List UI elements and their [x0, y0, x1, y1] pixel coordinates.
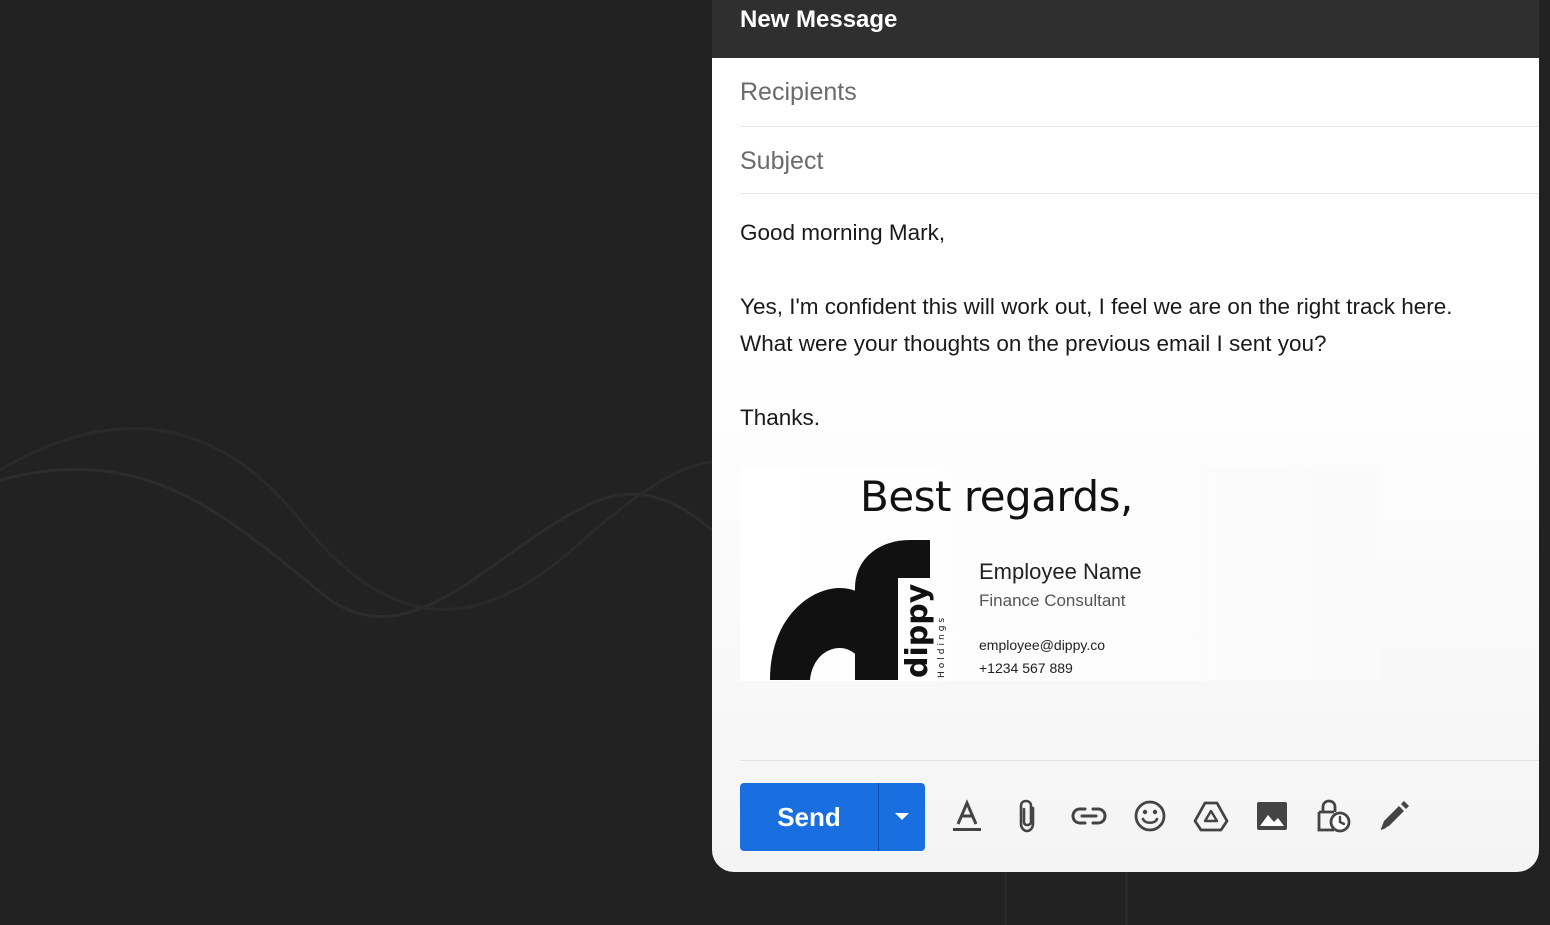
confidential-mode-icon[interactable]	[1313, 796, 1353, 836]
send-options-button[interactable]	[879, 783, 925, 851]
recipients-placeholder: Recipients	[740, 78, 857, 106]
body-line-1: Yes, I'm confident this will work out, I…	[740, 294, 1453, 319]
photo-icon[interactable]	[1252, 796, 1292, 836]
subject-placeholder: Subject	[740, 147, 824, 175]
signature-regards: Best regards,	[860, 472, 1133, 521]
attach-icon[interactable]	[1008, 796, 1048, 836]
message-body[interactable]: Good morning Mark, Yes, I'm confident th…	[740, 214, 1530, 436]
caret-down-icon	[895, 813, 909, 820]
compose-header: New Message	[712, 0, 1539, 58]
logo-word: dippy	[900, 583, 935, 678]
link-icon[interactable]	[1069, 796, 1109, 836]
send-button-group: Send	[740, 783, 925, 851]
send-button[interactable]: Send	[740, 783, 878, 851]
toolbar-divider	[740, 760, 1539, 761]
dippy-logo: dippy Holdings	[770, 540, 947, 680]
body-line-2: What were your thoughts on the previous …	[740, 331, 1327, 356]
signature-title: Finance Consultant	[979, 591, 1126, 610]
compose-window: New Message Recipients Subject Good morn…	[712, 0, 1539, 872]
signature-name: Employee Name	[979, 559, 1142, 584]
emoji-icon[interactable]	[1130, 796, 1170, 836]
body-greeting: Good morning Mark,	[740, 220, 946, 245]
compose-title: New Message	[740, 6, 898, 33]
format-text-icon[interactable]	[947, 796, 987, 836]
logo-sub: Holdings	[937, 615, 947, 678]
subject-field[interactable]: Subject	[740, 127, 1539, 194]
signature-email: employee@dippy.co	[979, 637, 1106, 653]
signature-pen-icon[interactable]	[1374, 796, 1414, 836]
body-closing: Thanks.	[740, 405, 821, 430]
signature-phone: +1234 567 889	[979, 660, 1073, 676]
recipients-field[interactable]: Recipients	[740, 58, 1539, 127]
email-signature: Best regards, dippy Holdings Employee Na…	[740, 466, 1380, 681]
drive-icon[interactable]	[1191, 796, 1231, 836]
